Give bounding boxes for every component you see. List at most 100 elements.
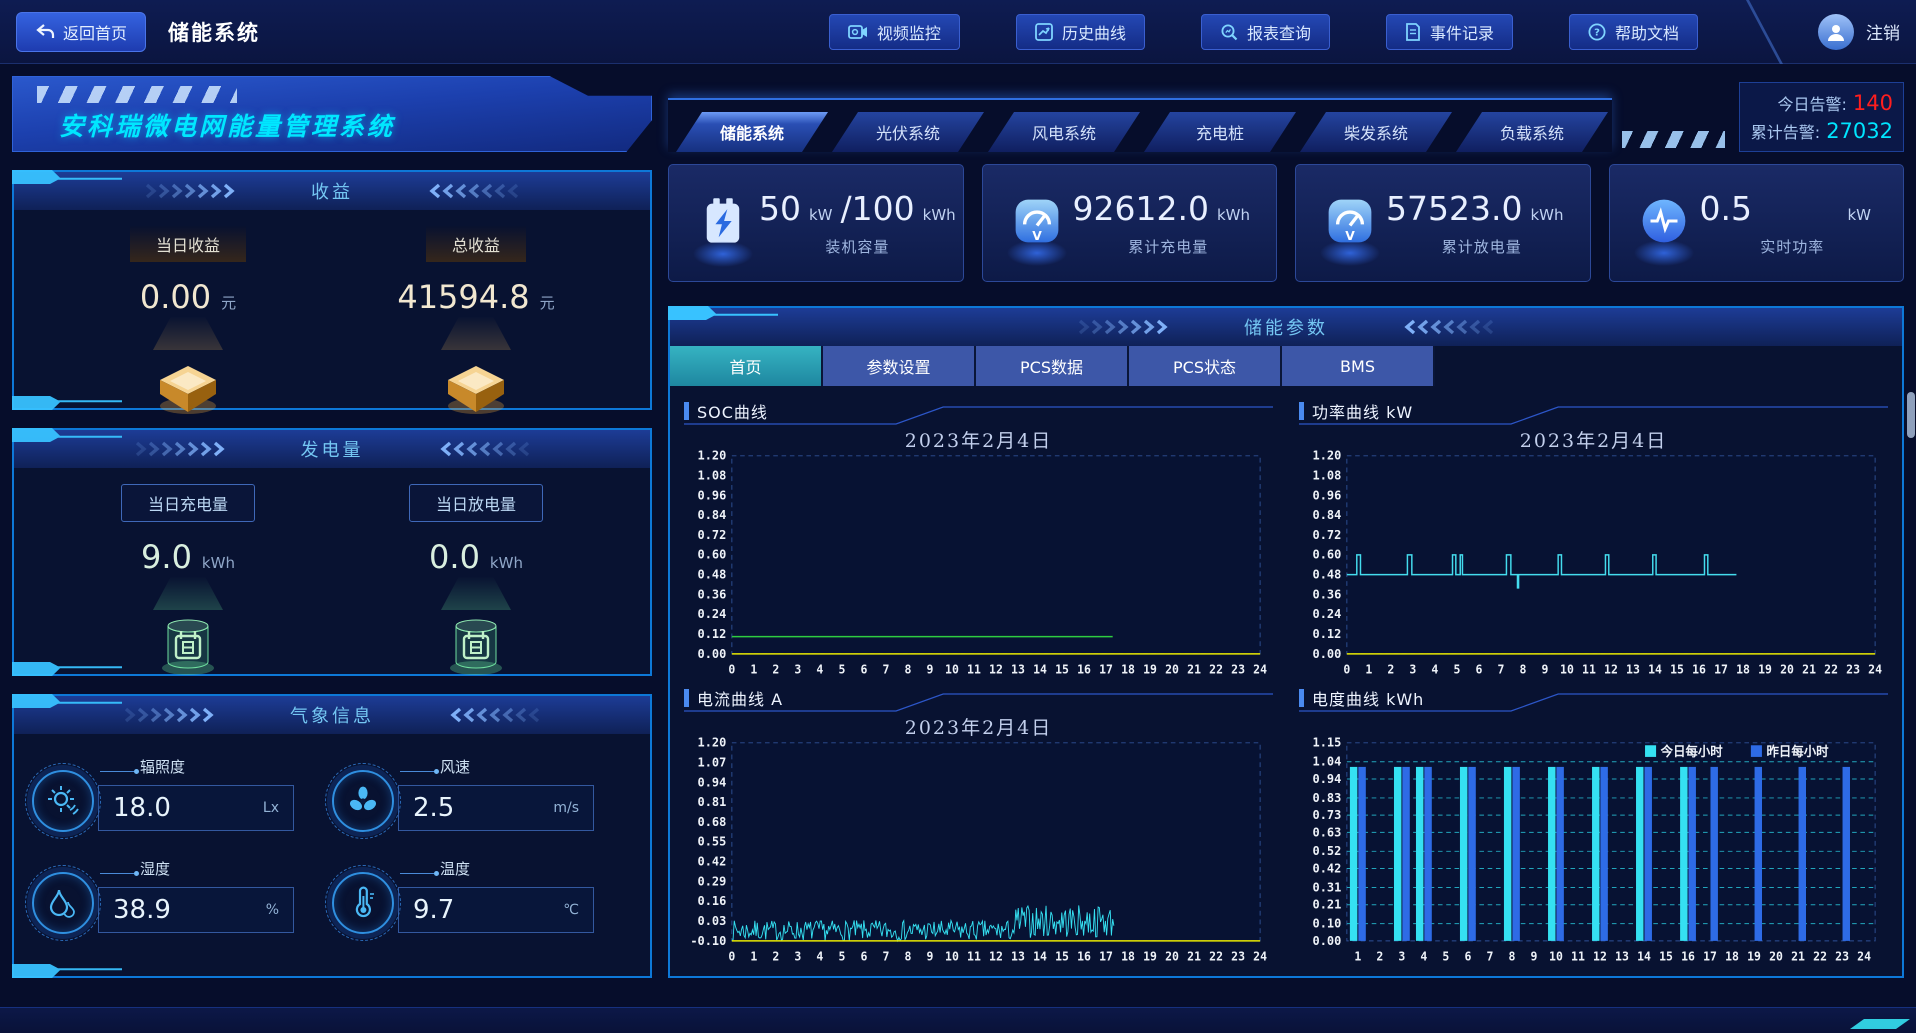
wind-speed-unit: m/s [553, 800, 579, 816]
svg-text:6: 6 [1464, 949, 1471, 963]
back-home-button[interactable]: 返回首页 [16, 12, 146, 52]
nav-label: 视频监控 [877, 20, 941, 44]
user-avatar[interactable] [1818, 14, 1854, 50]
tab-parameter-settings[interactable]: 参数设置 [823, 346, 976, 386]
svg-text:5: 5 [1442, 949, 1449, 963]
svg-text:0.10: 0.10 [1313, 916, 1342, 930]
total-discharge-label: 累计放电量 [1442, 236, 1522, 257]
svg-text:0.96: 0.96 [1313, 488, 1342, 502]
svg-text:14: 14 [1033, 662, 1047, 676]
connector-line [400, 863, 434, 874]
corner-accent-icon [12, 964, 122, 978]
svg-text:3: 3 [1409, 662, 1416, 676]
svg-text:0.00: 0.00 [1313, 646, 1342, 660]
svg-text:0.60: 0.60 [698, 547, 727, 561]
svg-text:10: 10 [1549, 949, 1563, 963]
soc-chart-plot: 1.201.080.960.840.720.600.480.360.240.12… [684, 450, 1273, 683]
daily-discharge-unit: kWh [490, 554, 523, 572]
svg-text:14: 14 [1648, 662, 1662, 676]
svg-text:0.36: 0.36 [1313, 587, 1342, 601]
right-column: 储能系统 光伏系统 风电系统 充电桩 柴发系统 负载系统 今日告警: 140 累… [668, 76, 1904, 978]
svg-text:12: 12 [989, 949, 1003, 963]
svg-text:5: 5 [1453, 662, 1460, 676]
realtime-power-unit: kW [1847, 206, 1885, 224]
svg-text:11: 11 [967, 662, 981, 676]
svg-text:0.94: 0.94 [698, 775, 727, 789]
temperature-item: 温度 9.7 ℃ [332, 858, 632, 934]
svg-text:15: 15 [1670, 662, 1684, 676]
tab-wind-system[interactable]: 风电系统 [988, 112, 1140, 152]
svg-text:19: 19 [1143, 949, 1157, 963]
svg-text:10: 10 [945, 662, 959, 676]
revenue-panel: 收益 当日收益 0.00 元 总收益 [12, 170, 652, 410]
sun-icon [32, 770, 94, 832]
hazard-stripes-icon [1622, 131, 1725, 148]
video-monitor-button[interactable]: 视频监控 [829, 14, 960, 50]
svg-text:0: 0 [1343, 662, 1350, 676]
svg-text:0.00: 0.00 [1313, 933, 1342, 947]
svg-text:15: 15 [1055, 949, 1069, 963]
circuit-line-icon [1299, 691, 1888, 713]
history-curve-button[interactable]: 历史曲线 [1016, 14, 1145, 50]
svg-text:12: 12 [1593, 949, 1607, 963]
daily-charge-item: 当日充电量 9.0 kWh [78, 484, 298, 676]
help-doc-icon: ? [1588, 23, 1606, 41]
circuit-line-icon [684, 691, 1273, 713]
storage-panel-header: 储能参数 [670, 308, 1902, 346]
svg-text:6: 6 [860, 949, 867, 963]
svg-text:0.96: 0.96 [698, 488, 727, 502]
light-beam [441, 316, 511, 350]
total-charge-value: 92612.0 [1073, 189, 1209, 228]
chevrons-right-icon [145, 183, 241, 199]
realtime-power-value: 0.5 [1700, 189, 1752, 228]
tab-pv-system[interactable]: 光伏系统 [832, 112, 984, 152]
tab-diesel-system[interactable]: 柴发系统 [1300, 112, 1452, 152]
scrollbar-thumb[interactable] [1907, 392, 1915, 438]
alarm-total-label: 累计告警: [1751, 119, 1820, 143]
event-log-button[interactable]: 事件记录 [1386, 14, 1513, 50]
tab-load-system[interactable]: 负载系统 [1456, 112, 1608, 152]
help-doc-button[interactable]: ? 帮助文档 [1569, 14, 1698, 50]
svg-text:8: 8 [904, 662, 911, 676]
tab-storage-system[interactable]: 储能系统 [676, 112, 828, 152]
svg-text:0.72: 0.72 [698, 528, 727, 542]
logout-button[interactable]: 注销 [1866, 19, 1900, 44]
total-charge-card: V 92612.0 kWh 累计充电量 [982, 164, 1278, 282]
generation-panel-title: 发电量 [301, 436, 364, 462]
svg-text:13: 13 [1011, 949, 1025, 963]
temperature-value-box: 9.7 ℃ [398, 887, 594, 933]
alarm-summary-box: 今日告警: 140 累计告警: 27032 [1739, 82, 1905, 152]
svg-text:0.24: 0.24 [698, 607, 727, 621]
current-chart-plot: 1.201.070.940.810.680.550.420.290.160.03… [684, 737, 1273, 970]
svg-text:1.20: 1.20 [698, 450, 727, 463]
svg-text:0.48: 0.48 [1313, 567, 1342, 581]
tab-home[interactable]: 首页 [670, 346, 823, 386]
svg-text:8: 8 [1508, 949, 1515, 963]
svg-text:18: 18 [1725, 949, 1739, 963]
svg-text:20: 20 [1165, 949, 1179, 963]
total-discharge-unit: kWh [1530, 206, 1577, 224]
nav-label: 历史曲线 [1062, 20, 1126, 44]
svg-text:19: 19 [1747, 949, 1761, 963]
storage-tabs: 首页 参数设置 PCS数据 PCS状态 BMS [670, 346, 1902, 386]
current-chart: 电流曲线 A 2023年2月4日 1.201.070.940.810.680.5… [684, 683, 1273, 970]
svg-text:24: 24 [1868, 662, 1882, 676]
svg-text:6: 6 [1475, 662, 1482, 676]
nav-label: 事件记录 [1430, 20, 1494, 44]
circuit-line-icon [1299, 404, 1888, 426]
soc-chart: SOC曲线 2023年2月4日 1.201.080.960.840.720.60… [684, 396, 1273, 683]
svg-text:18: 18 [1121, 662, 1135, 676]
tab-bms[interactable]: BMS [1282, 346, 1435, 386]
total-charge-label: 累计充电量 [1128, 236, 1208, 257]
tab-pcs-status[interactable]: PCS状态 [1129, 346, 1282, 386]
svg-text:23: 23 [1835, 949, 1849, 963]
tab-pcs-data[interactable]: PCS数据 [976, 346, 1129, 386]
svg-text:1.20: 1.20 [1313, 450, 1342, 463]
svg-text:0.36: 0.36 [698, 587, 727, 601]
calendar-cylinder-icon [155, 610, 221, 676]
svg-text:1.04: 1.04 [1313, 754, 1342, 768]
svg-text:6: 6 [860, 662, 867, 676]
total-revenue-unit: 元 [540, 292, 555, 313]
report-search-button[interactable]: 报表查询 [1201, 14, 1330, 50]
tab-charging-pile[interactable]: 充电桩 [1144, 112, 1296, 152]
